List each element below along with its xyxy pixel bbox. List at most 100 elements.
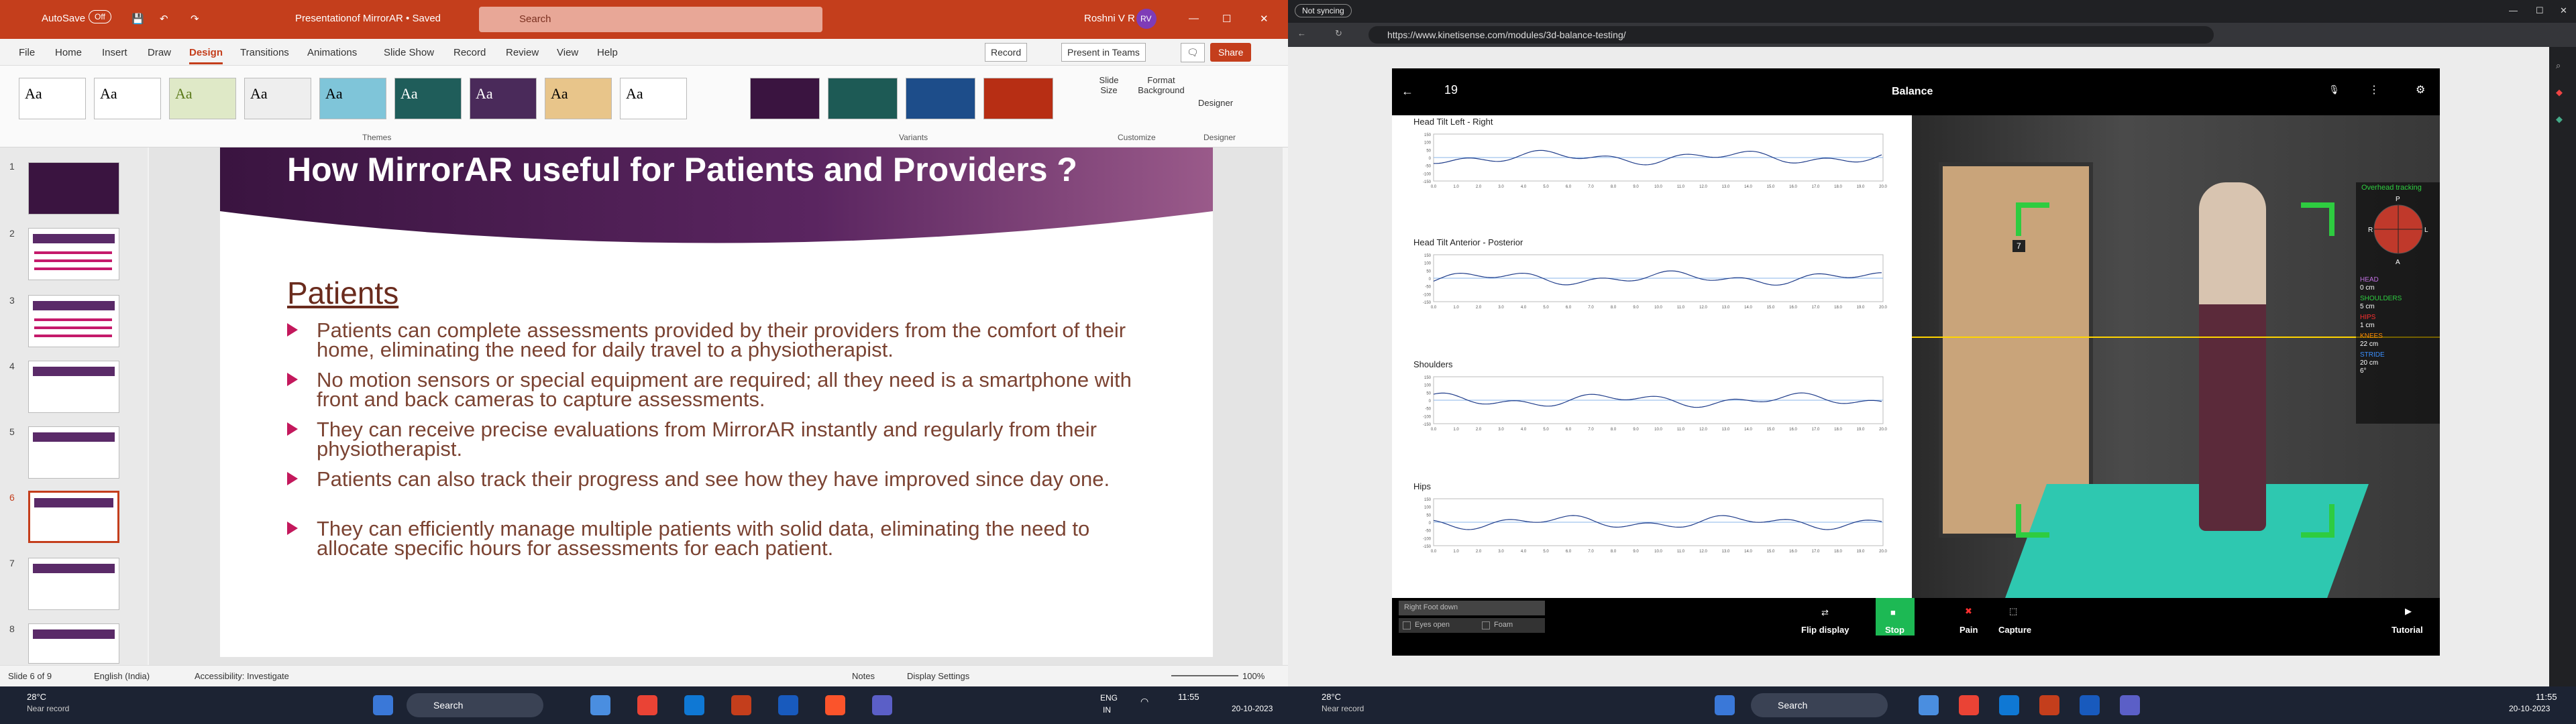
tab-file[interactable]: File	[19, 47, 35, 58]
powerpoint-icon[interactable]	[731, 695, 751, 715]
maximize-icon[interactable]: ☐	[2536, 5, 2544, 16]
pain-button[interactable]: Pain	[1960, 625, 1978, 635]
maximize-icon[interactable]: ☐	[1222, 13, 1231, 25]
tab-record[interactable]: Record	[453, 47, 486, 58]
share-button[interactable]: Share	[1210, 43, 1252, 62]
variant-1[interactable]	[750, 78, 820, 119]
word-icon[interactable]	[778, 695, 798, 715]
theme-5[interactable]: Aa	[319, 78, 386, 119]
chrome-icon[interactable]	[637, 695, 657, 715]
extension-icon[interactable]: ◆	[2556, 87, 2563, 98]
clock-time[interactable]: 11:55	[2536, 692, 2557, 702]
slide-thumb-3[interactable]	[28, 295, 119, 347]
tab-home[interactable]: Home	[55, 47, 82, 58]
url-input[interactable]: https://www.kinetisense.com/modules/3d-b…	[1368, 26, 2214, 44]
tab-draw[interactable]: Draw	[148, 47, 171, 58]
tab-help[interactable]: Help	[597, 47, 618, 58]
slide-thumb-7[interactable]	[28, 558, 119, 610]
weather-temp[interactable]: 28°C	[27, 692, 46, 702]
eyes-open-checkbox[interactable]	[1403, 621, 1411, 629]
tab-slideshow[interactable]: Slide Show	[384, 47, 434, 58]
theme-6[interactable]: Aa	[394, 78, 462, 119]
format-background-button[interactable]: Format Background	[1131, 75, 1191, 95]
variant-2[interactable]	[828, 78, 898, 119]
slide-thumb-5[interactable]	[28, 426, 119, 479]
theme-2[interactable]: Aa	[94, 78, 161, 119]
tab-review[interactable]: Review	[506, 47, 539, 58]
slide-size-button[interactable]: Slide Size	[1092, 75, 1126, 95]
tab-animations[interactable]: Animations	[307, 47, 357, 58]
variant-4[interactable]	[983, 78, 1053, 119]
foot-dropdown[interactable]: Right Foot down	[1399, 601, 1545, 615]
zoom-slider[interactable]	[1171, 675, 1238, 676]
teams-icon[interactable]	[2120, 695, 2140, 715]
redo-icon[interactable]: ↷	[191, 13, 199, 25]
record-button[interactable]: Record	[985, 43, 1028, 62]
tutorial-button[interactable]: Tutorial	[2392, 625, 2423, 635]
theme-8[interactable]: Aa	[545, 78, 612, 119]
minimize-icon[interactable]: —	[1189, 13, 1199, 24]
taskbar-search[interactable]: Search	[1751, 693, 1888, 717]
refresh-icon[interactable]: ↻	[1335, 28, 1342, 39]
theme-3[interactable]: Aa	[169, 78, 236, 119]
tab-transitions[interactable]: Transitions	[240, 47, 289, 58]
slide-thumb-6[interactable]	[28, 491, 119, 543]
bullet-item[interactable]: Patients can complete assessments provid…	[287, 320, 1132, 360]
zoom-level[interactable]: 100%	[1242, 671, 1265, 681]
outlook-icon[interactable]	[684, 695, 704, 715]
chrome-icon[interactable]	[1959, 695, 1979, 715]
teams-icon[interactable]	[872, 695, 892, 715]
slide-title[interactable]: How MirrorAR useful for Patients and Pro…	[287, 150, 1077, 189]
taskbar-search[interactable]: Search	[407, 693, 543, 717]
back-arrow-icon[interactable]: ←	[1401, 84, 1413, 99]
variant-3[interactable]	[906, 78, 975, 119]
designer-button[interactable]: Designer	[1198, 98, 1233, 108]
notes-button[interactable]: Notes	[852, 671, 875, 681]
settings-icon[interactable]: ⚙	[2416, 83, 2425, 97]
save-icon[interactable]: 💾	[131, 13, 144, 25]
avatar[interactable]: RV	[1136, 9, 1157, 29]
foam-checkbox[interactable]	[1482, 621, 1490, 629]
accessibility-status[interactable]: Accessibility: Investigate	[195, 671, 289, 681]
theme-office[interactable]: Aa	[19, 78, 86, 119]
taskview-icon[interactable]	[1919, 695, 1939, 715]
stop-button[interactable]: Stop	[1885, 625, 1904, 635]
slide-thumb-1[interactable]	[28, 162, 119, 215]
search-input[interactable]: Search	[479, 7, 822, 32]
bullet-item[interactable]: They can receive precise evaluations fro…	[287, 419, 1132, 459]
sync-status[interactable]: Not syncing	[1295, 4, 1352, 17]
back-icon[interactable]: ←	[1297, 28, 1306, 38]
more-icon[interactable]: ⋮	[2369, 83, 2379, 97]
language-indicator[interactable]: ENG	[1100, 693, 1118, 703]
theme-9[interactable]: Aa	[620, 78, 687, 119]
flip-display-button[interactable]: Flip display	[1801, 625, 1849, 635]
present-teams-button[interactable]: Present in Teams	[1061, 43, 1146, 62]
start-icon[interactable]	[1715, 695, 1735, 715]
tab-design[interactable]: Design	[189, 47, 223, 64]
slide-thumb-2[interactable]	[28, 228, 119, 280]
bullet-item[interactable]: Patients can also track their progress a…	[287, 469, 1132, 489]
weather-temp[interactable]: 28°C	[1322, 692, 1341, 702]
comments-icon[interactable]: 🗨	[1181, 43, 1205, 62]
autosave-toggle[interactable]: Off	[89, 10, 111, 23]
wifi-icon[interactable]: ◠	[1140, 696, 1148, 707]
bullet-item[interactable]: They can efficiently manage multiple pat…	[287, 518, 1132, 558]
theme-7[interactable]: Aa	[470, 78, 537, 119]
search-icon[interactable]: ⌕	[2556, 60, 2561, 71]
slide-thumb-8[interactable]	[28, 623, 119, 664]
close-icon[interactable]: ✕	[2560, 5, 2567, 16]
language-status[interactable]: English (India)	[94, 671, 150, 681]
tab-view[interactable]: View	[557, 47, 578, 58]
undo-icon[interactable]: ↶	[160, 13, 168, 25]
clock-time[interactable]: 11:55	[1178, 692, 1199, 702]
capture-button[interactable]: Capture	[1998, 625, 2031, 635]
theme-4[interactable]: Aa	[244, 78, 311, 119]
bullet-item[interactable]: No motion sensors or special equipment a…	[287, 369, 1132, 410]
minimize-icon[interactable]: —	[2509, 5, 2518, 15]
slide-thumb-4[interactable]	[28, 361, 119, 413]
brave-icon[interactable]	[825, 695, 845, 715]
display-settings-button[interactable]: Display Settings	[907, 671, 969, 681]
close-icon[interactable]: ✕	[1260, 13, 1269, 25]
extension-icon[interactable]: ◆	[2556, 114, 2563, 125]
tab-insert[interactable]: Insert	[102, 47, 127, 58]
